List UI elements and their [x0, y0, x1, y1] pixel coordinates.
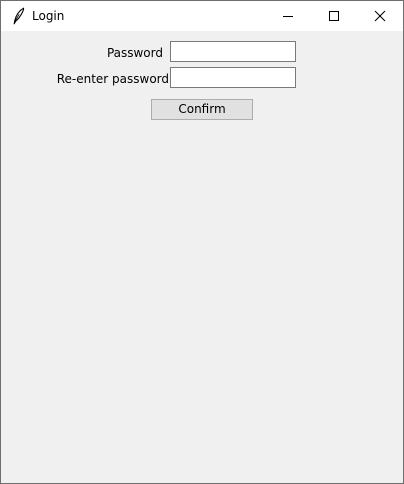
- login-window: Login Password Re-enter password Confirm: [0, 0, 404, 484]
- feather-icon: [12, 7, 26, 25]
- maximize-button[interactable]: [311, 1, 357, 31]
- password-field[interactable]: [170, 41, 296, 62]
- form-area: Password Re-enter password Confirm: [1, 31, 403, 483]
- close-button[interactable]: [357, 1, 403, 31]
- title-bar[interactable]: Login: [1, 1, 403, 31]
- window-title: Login: [32, 9, 65, 23]
- minimize-button[interactable]: [265, 1, 311, 31]
- reenter-password-field[interactable]: [170, 67, 296, 88]
- confirm-button[interactable]: Confirm: [151, 99, 253, 120]
- reenter-password-label: Re-enter password: [56, 72, 169, 86]
- password-label: Password: [106, 46, 163, 60]
